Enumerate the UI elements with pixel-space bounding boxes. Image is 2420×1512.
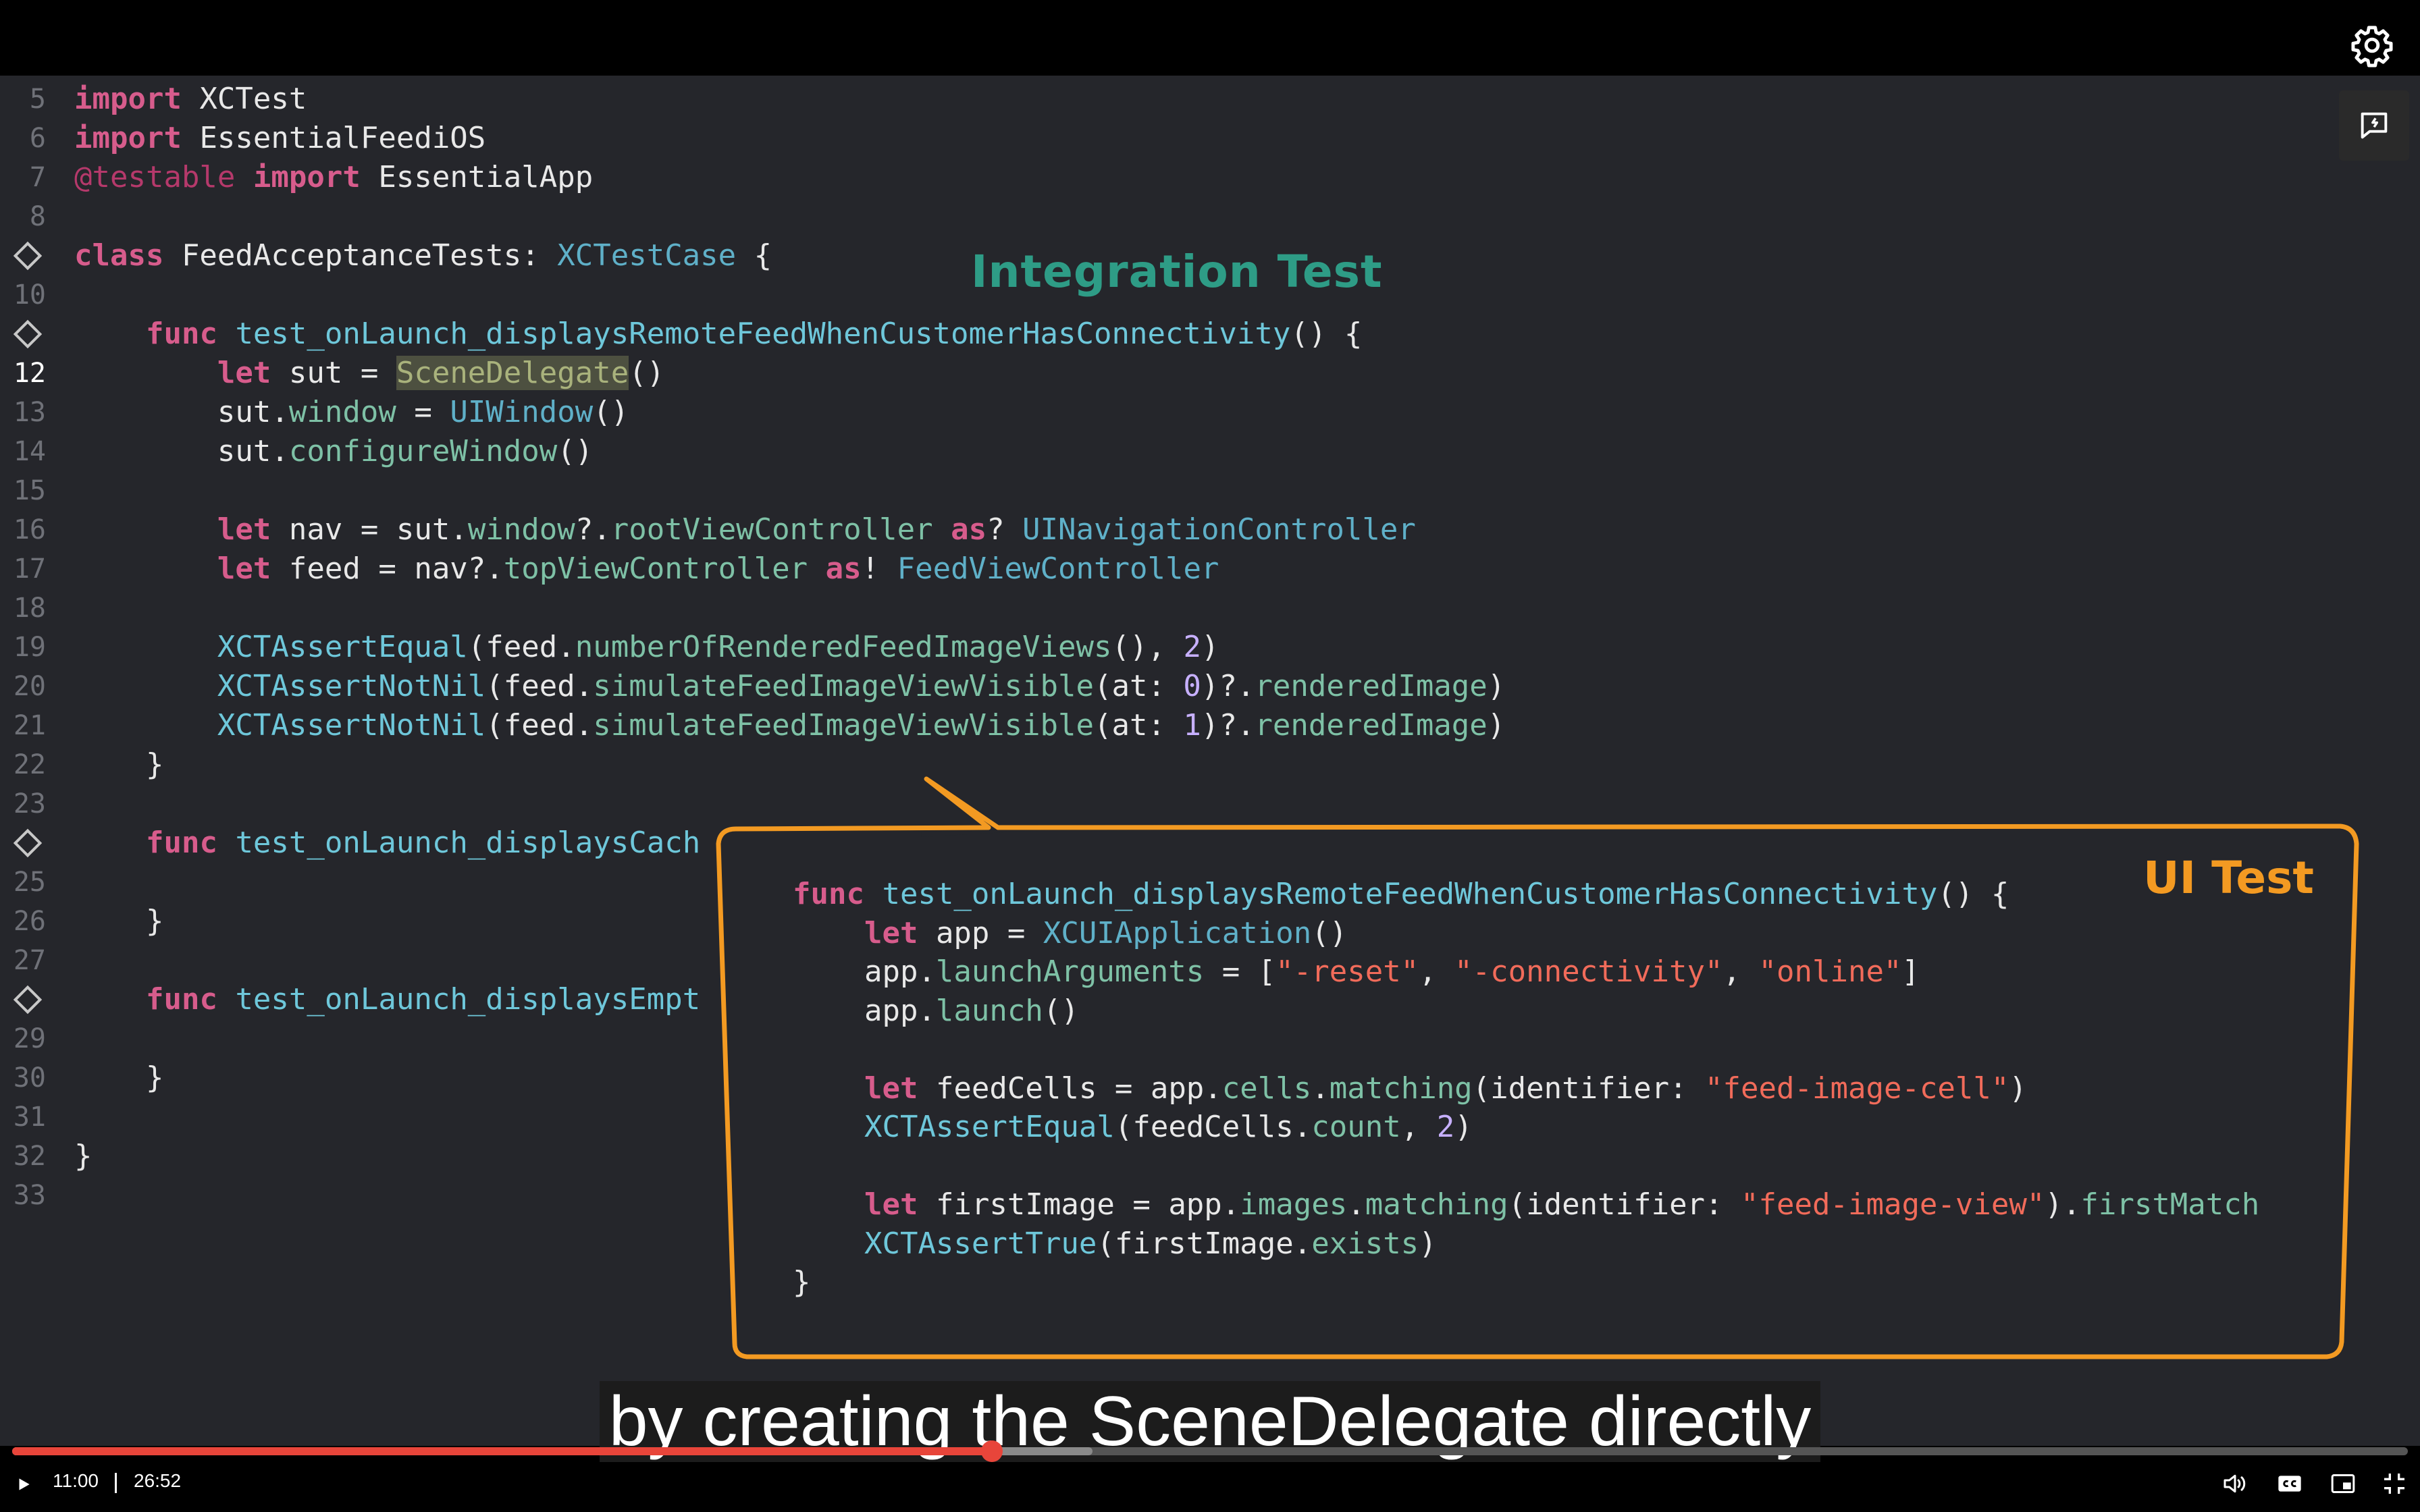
code-token: images	[1240, 1187, 1348, 1222]
code-token: app =	[918, 915, 1043, 950]
code-token: matching	[1329, 1071, 1473, 1106]
code-token: ()	[1043, 993, 1079, 1028]
play-icon[interactable]	[15, 1476, 32, 1493]
ui-test-code-line: XCTAssertEqual(feedCells.count, 2)	[793, 1108, 1473, 1147]
code-token: firstMatch	[2080, 1187, 2260, 1222]
code-token: cells	[1221, 1071, 1312, 1106]
code-token: }	[793, 1265, 811, 1299]
exit-fullscreen-icon[interactable]	[2381, 1470, 2408, 1497]
feedback-button[interactable]	[2339, 90, 2409, 161]
ui-test-code-line: func test_onLaunch_displaysRemoteFeedWhe…	[793, 875, 2009, 914]
code-token: 2	[1436, 1110, 1455, 1144]
code-token: "-connectivity"	[1454, 954, 1723, 989]
ui-test-callout	[716, 776, 2359, 1359]
ui-test-code-line: let feedCells = app.cells.matching(ident…	[793, 1069, 2027, 1108]
closed-captions-icon[interactable]	[2276, 1470, 2304, 1497]
ui-test-code-line: let firstImage = app.images.matching(ide…	[793, 1185, 2259, 1224]
code-token: "feed-image-view"	[1741, 1187, 2045, 1222]
code-token: ,	[1722, 954, 1759, 989]
picture-in-picture-icon[interactable]	[2330, 1470, 2357, 1497]
code-token: (feedCells.	[1114, 1110, 1312, 1144]
progress-bar[interactable]	[12, 1440, 2408, 1462]
code-token: launch	[935, 993, 1043, 1028]
ui-test-code-line: XCTAssertTrue(firstImage.exists)	[793, 1224, 1437, 1264]
code-token: test_onLaunch_displaysRemoteFeedWhenCust…	[882, 877, 1938, 911]
settings-gear-icon[interactable]	[2350, 23, 2394, 68]
ui-test-code-line: app.launch()	[793, 992, 1079, 1031]
code-token: matching	[1365, 1187, 1508, 1222]
code-token: app.	[793, 993, 936, 1028]
code-token: count	[1311, 1110, 1401, 1144]
current-time: 11:00	[53, 1470, 99, 1491]
progress-played	[12, 1447, 993, 1455]
code-token: (identifier:	[1508, 1187, 1741, 1222]
feedback-icon	[2361, 112, 2388, 139]
video-frame[interactable]: 5 6 7 8 10 12 13 14 15 16 17 18 19 20 21 22 23 25 26 27 29 30…	[0, 0, 2420, 1512]
code-token: ]	[1901, 954, 1920, 989]
code-token: let	[864, 1071, 918, 1106]
code-token: func	[793, 877, 864, 911]
code-token: "online"	[1758, 954, 1902, 989]
code-token: "-reset"	[1275, 954, 1419, 989]
player-controls	[0, 1458, 2420, 1512]
code-token: XCTAssertEqual	[864, 1110, 1115, 1144]
code-token: )	[2009, 1071, 2027, 1106]
code-token: exists	[1311, 1226, 1419, 1261]
code-token: ,	[1400, 1110, 1437, 1144]
code-token: XCTAssertTrue	[864, 1226, 1097, 1261]
code-token: = [	[1204, 954, 1276, 989]
ui-test-code-line: }	[793, 1263, 811, 1302]
code-token: ).	[2045, 1187, 2081, 1222]
ui-test-code-line: app.launchArguments = ["-reset", "-conne…	[793, 952, 1920, 992]
code-token: ()	[1311, 915, 1348, 950]
code-token: let	[864, 915, 918, 950]
code-token: (identifier:	[1472, 1071, 1706, 1106]
code-token: .	[1311, 1071, 1330, 1106]
code-token: )	[1454, 1110, 1473, 1144]
ui-test-label: UI Test	[2143, 852, 2314, 904]
code-token: "feed-image-cell"	[1705, 1071, 2009, 1106]
code-token: let	[864, 1187, 918, 1222]
code-token: (firstImage.	[1097, 1226, 1312, 1261]
code-token: app.	[793, 954, 936, 989]
code-token: launchArguments	[935, 954, 1205, 989]
volume-icon[interactable]	[2221, 1470, 2248, 1497]
code-token: ,	[1419, 954, 1455, 989]
ui-test-code-line: let app = XCUIApplication()	[793, 914, 1347, 953]
code-token: firstImage = app.	[918, 1187, 1240, 1222]
time-separator	[115, 1473, 117, 1493]
code-token: .	[1347, 1187, 1365, 1222]
code-token: feedCells = app.	[918, 1071, 1222, 1106]
code-token: )	[1419, 1226, 1437, 1261]
code-token: XCUIApplication	[1043, 915, 1312, 950]
duration: 26:52	[134, 1470, 182, 1491]
code-token: () {	[1937, 877, 2009, 911]
